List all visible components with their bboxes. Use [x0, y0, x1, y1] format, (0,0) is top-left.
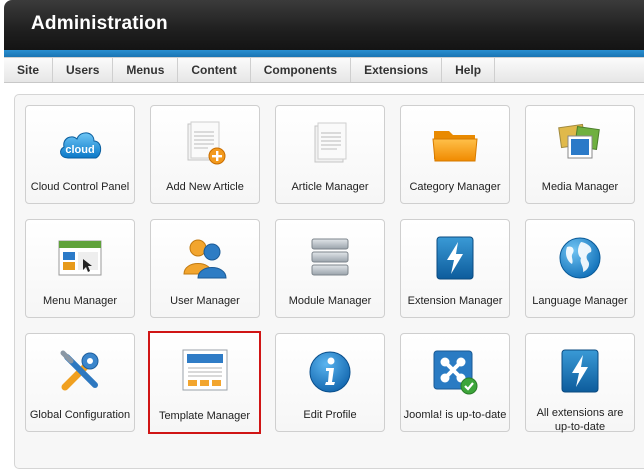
tile-label: Template Manager: [158, 410, 251, 422]
tile-user-manager[interactable]: User Manager: [150, 219, 260, 318]
folder-icon: [431, 120, 479, 168]
tile-module-manager[interactable]: Module Manager: [275, 219, 385, 318]
tile-label: Global Configuration: [29, 409, 131, 421]
tile-extension-manager[interactable]: Extension Manager: [400, 219, 510, 318]
tile-language-manager[interactable]: Language Manager: [525, 219, 635, 318]
tile-article-manager[interactable]: Article Manager: [275, 105, 385, 204]
media-icon: [556, 120, 604, 168]
page-title: Administration: [31, 13, 168, 34]
tile-label: Edit Profile: [303, 409, 357, 421]
menu-content[interactable]: Content: [178, 58, 251, 82]
header-stripe: [4, 50, 644, 57]
tile-category-manager[interactable]: Category Manager: [400, 105, 510, 204]
tile-label: Extension Manager: [407, 295, 503, 307]
article-icon: [306, 120, 354, 168]
menu-users[interactable]: Users: [53, 58, 114, 82]
globe-icon: [556, 234, 604, 282]
svg-text:cloud: cloud: [65, 144, 94, 156]
tile-add-new-article[interactable]: Add New Article: [150, 105, 260, 204]
tile-cloud-control-panel[interactable]: cloud Cloud Control Panel: [25, 105, 135, 204]
add-article-icon: [181, 120, 229, 168]
main-menu-bar: Site Users Menus Content Components Exte…: [4, 57, 644, 83]
info-icon: [306, 348, 354, 396]
tile-label: Language Manager: [532, 295, 628, 307]
tile-edit-profile[interactable]: Edit Profile: [275, 333, 385, 432]
tools-icon: [56, 348, 104, 396]
joomla-check-icon: [431, 348, 479, 396]
module-stack-icon: [306, 234, 354, 282]
tile-global-configuration[interactable]: Global Configuration: [25, 333, 135, 432]
tile-label: Media Manager: [541, 181, 619, 193]
tile-all-extensions-up-to-date[interactable]: All extensions are up-to-date: [525, 333, 635, 433]
tile-label: User Manager: [170, 295, 240, 307]
menu-help[interactable]: Help: [442, 58, 496, 82]
menu-components[interactable]: Components: [251, 58, 352, 82]
tile-label: Article Manager: [291, 181, 369, 193]
admin-header: Administration: [4, 0, 644, 57]
tile-template-manager[interactable]: Template Manager: [148, 331, 261, 434]
menu-window-icon: [56, 234, 104, 282]
template-icon: [181, 347, 229, 395]
tile-label: Joomla! is up-to-date: [403, 409, 507, 421]
tile-label: Add New Article: [166, 181, 244, 193]
tile-label: Category Manager: [409, 181, 501, 193]
tile-media-manager[interactable]: Media Manager: [525, 105, 635, 204]
menu-menus[interactable]: Menus: [113, 58, 179, 82]
tile-label: Cloud Control Panel: [30, 181, 130, 193]
lightning-icon: [556, 348, 604, 394]
tile-joomla-up-to-date[interactable]: Joomla! is up-to-date: [400, 333, 510, 432]
users-icon: [181, 234, 229, 282]
cloud-icon: cloud: [56, 120, 104, 168]
menu-extensions[interactable]: Extensions: [351, 58, 443, 82]
tile-label: All extensions are up-to-date: [536, 407, 624, 433]
tile-label: Module Manager: [288, 295, 372, 307]
tile-label: Menu Manager: [43, 295, 117, 307]
menu-site[interactable]: Site: [4, 58, 54, 82]
lightning-icon: [431, 234, 479, 282]
tile-menu-manager[interactable]: Menu Manager: [25, 219, 135, 318]
